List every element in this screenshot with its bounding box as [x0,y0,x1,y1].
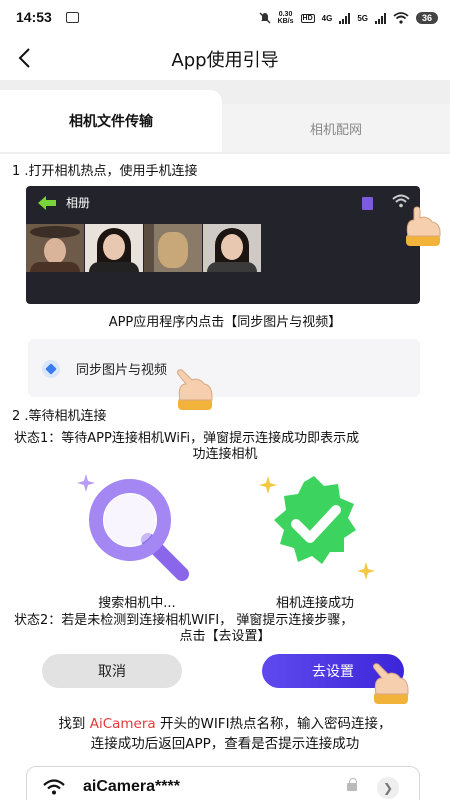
cancel-button[interactable]: 取消 [42,654,182,688]
connect-success-label: 相机连接成功 [275,596,354,611]
step1-title: 1 .打开相机热点，使用手机连接 [12,164,198,179]
pointing-hand-icon [177,369,213,410]
wifi-network-name: aiCamera**** [83,778,180,795]
net-4g-label: 4G [321,13,333,23]
photo-thumbnail [144,224,202,272]
battery-indicator: 36 [415,12,438,24]
status-indicators: 0.30 KB/s HD 4G 5G 36 [259,9,438,27]
status-bar: 14:53 0.30 KB/s HD 4G 5G 36 [0,0,450,36]
hotspot-instruction-line2: 连接成功后返回APP，查看是否提示连接成功 [90,736,360,752]
lock-icon [347,778,357,791]
state2-line2: 点击【去设置】 [179,629,271,644]
photo-thumbnail [203,224,261,272]
message-notification-icon [66,12,79,23]
net-speed-value: 0.30 [278,11,293,18]
magnifier-search-icon [77,474,189,581]
step1-caption: APP应用程序内点击【同步图片与视频】 [108,315,342,330]
pointing-hand-icon [373,663,409,704]
hotspot-suffix: 开头的WIFI热点名称，输入密码连接， [155,716,392,732]
chevron-right-icon[interactable]: ❯ [377,777,399,799]
step2-title: 2 .等待相机连接 [12,409,107,424]
wifi-icon [43,779,65,795]
state2-line1: 状态2：若是未检测到连接相机WIFI， 弹窗提示连接步骤， [14,613,354,628]
gallery-preview: 相册 [26,186,420,304]
net-speed-unit: KB/s [277,18,294,25]
signal-4g-icon [339,12,351,24]
hotspot-prefix: 找到 [58,716,90,732]
wifi-network-item[interactable]: aiCamera**** ❯ [26,766,420,800]
trash-icon [362,197,373,210]
hd-badge: HD [300,13,315,23]
signal-5g-icon [374,12,386,24]
sync-icon [42,360,60,378]
state1-line1: 状态1：等待APP连接相机WiFi，弹窗提示连接成功即表示成 [14,431,360,446]
net-5g-label: 5G [357,13,368,23]
sync-photos-videos-button[interactable]: 同步图片与视频 [28,339,420,397]
gallery-title: 相册 [66,196,91,210]
state1-line2: 功连接相机 [192,447,258,462]
pointing-hand-icon [406,206,441,246]
check-success-icon [259,476,375,580]
sync-label: 同步图片与视频 [76,363,168,378]
green-back-arrow-icon [38,196,56,210]
page-title: App使用引导 [171,50,279,71]
photo-thumbnail [85,224,143,272]
mute-icon [259,12,271,24]
searching-camera-label: 搜索相机中... [98,596,176,611]
app-header: App使用引导 [0,36,450,80]
hotspot-instruction-line1: 找到 AiCamera 开头的WIFI热点名称，输入密码连接， [0,714,450,734]
wifi-status-icon [393,12,409,24]
photo-thumbnail [26,224,84,272]
status-time: 14:53 [16,9,52,25]
tab-camera-file-transfer[interactable]: 相机文件传输 [0,90,222,152]
brand-name: AiCamera [89,716,156,732]
net-speed: 0.30 KB/s [278,11,294,25]
tab-camera-network[interactable]: 相机配网 [222,104,450,152]
